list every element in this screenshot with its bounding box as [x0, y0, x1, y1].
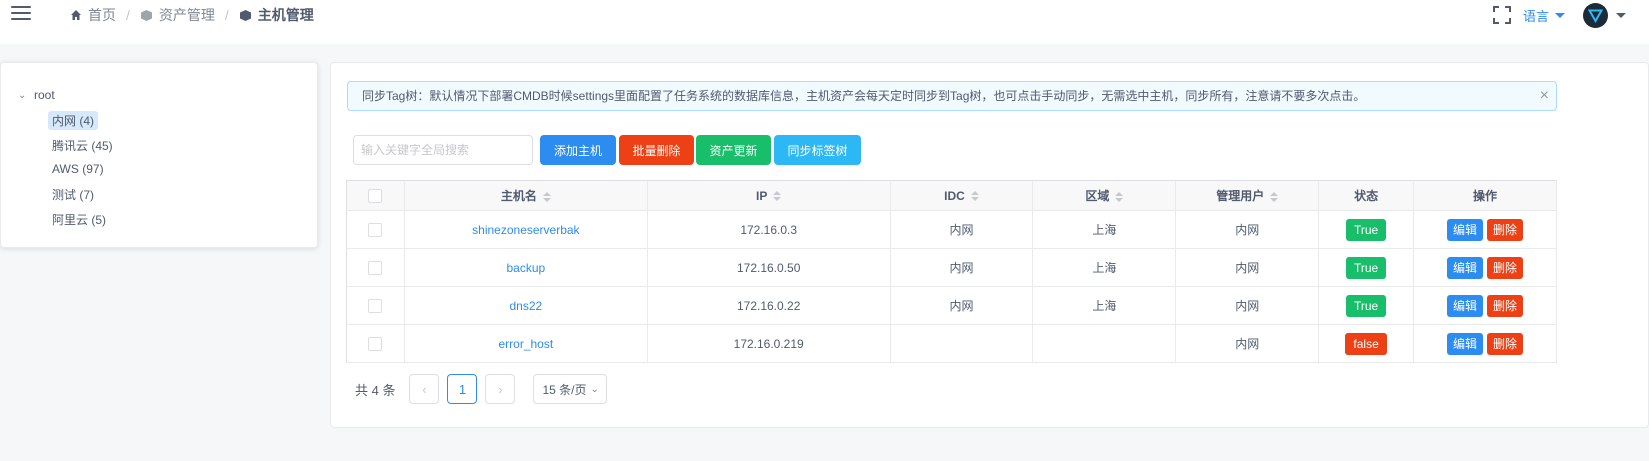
admin-user-cell: 内网: [1175, 248, 1320, 287]
admin-user-cell: 内网: [1175, 286, 1320, 325]
sort-icon[interactable]: [1115, 191, 1124, 202]
global-search-input[interactable]: [353, 135, 533, 165]
page-size-select[interactable]: 15 条/页 ⌄: [533, 374, 608, 404]
edit-button[interactable]: 编辑: [1447, 332, 1484, 355]
sync-info-alert: 同步Tag树：默认情况下部署CMDB时候settings里面配置了任务系统的数据…: [347, 81, 1557, 111]
table-row: shinezoneserverbak 172.16.0.3 内网 上海 内网 T…: [346, 210, 1557, 249]
table-row: dns22 172.16.0.22 内网 上海 内网 True 编辑 删除: [346, 286, 1557, 325]
page-number-button[interactable]: 1: [447, 374, 478, 404]
idc-cell: 内网: [890, 210, 1034, 249]
next-page-button[interactable]: ›: [485, 374, 516, 404]
hostname-link[interactable]: shinezoneserverbak: [472, 223, 579, 237]
breadcrumb-separator: /: [126, 7, 130, 23]
tree-node-test[interactable]: 测试 (7): [48, 185, 98, 204]
hostname-link[interactable]: backup: [507, 261, 546, 275]
bulk-delete-button[interactable]: 批量删除: [619, 135, 694, 165]
fullscreen-icon[interactable]: [1492, 6, 1511, 24]
add-host-button[interactable]: 添加主机: [540, 135, 616, 165]
column-region[interactable]: 区域: [1032, 180, 1177, 211]
table-header-row: 主机名 IP IDC 区域 管理用户 状态 操作: [346, 180, 1557, 211]
idc-cell: 内网: [890, 248, 1034, 287]
sort-icon[interactable]: [542, 191, 551, 202]
hostname-link[interactable]: error_host: [499, 337, 554, 351]
delete-button[interactable]: 删除: [1487, 294, 1524, 317]
cube-icon: [239, 9, 251, 21]
idc-cell: 内网: [890, 286, 1034, 325]
prev-page-button[interactable]: ‹: [409, 374, 440, 404]
hostname-link[interactable]: dns22: [510, 299, 543, 313]
delete-button[interactable]: 删除: [1487, 256, 1524, 279]
cube-icon: [140, 9, 152, 21]
row-checkbox[interactable]: [368, 336, 383, 351]
column-idc[interactable]: IDC: [890, 180, 1034, 211]
pagination: 共 4 条 ‹ 1 › 15 条/页 ⌄: [355, 374, 608, 404]
column-hostname[interactable]: 主机名: [404, 180, 648, 211]
total-count: 共 4 条: [355, 382, 396, 398]
row-checkbox[interactable]: [368, 298, 383, 313]
breadcrumb-separator: /: [224, 7, 229, 23]
ip-cell: 172.16.0.3: [647, 210, 891, 249]
table-row: backup 172.16.0.50 内网 上海 内网 True 编辑 删除: [346, 248, 1557, 287]
edit-button[interactable]: 编辑: [1447, 218, 1484, 241]
select-all-checkbox[interactable]: [368, 188, 383, 203]
region-cell: 上海: [1032, 248, 1177, 287]
tree-node-aws[interactable]: AWS (97): [48, 161, 108, 177]
ip-cell: 172.16.0.22: [647, 286, 891, 325]
chevron-left-icon: ‹: [422, 381, 427, 397]
close-icon[interactable]: ×: [1540, 82, 1549, 110]
tree-node-aliyun[interactable]: 阿里云 (5): [48, 210, 110, 229]
sort-icon[interactable]: [1270, 191, 1279, 202]
chevron-down-icon: [1555, 12, 1565, 18]
status-badge[interactable]: True: [1345, 294, 1387, 317]
tree-root[interactable]: ⌄ root: [18, 88, 55, 102]
delete-button[interactable]: 删除: [1487, 218, 1524, 241]
status-badge[interactable]: True: [1345, 256, 1387, 279]
column-status: 状态: [1318, 180, 1415, 211]
menu-toggle-icon[interactable]: [11, 6, 31, 22]
host-management-panel: 同步Tag树：默认情况下部署CMDB时候settings里面配置了任务系统的数据…: [330, 62, 1649, 428]
region-cell: 上海: [1032, 210, 1177, 249]
top-header: 首页 / 资产管理 / 主机管理 语言: [0, 0, 1649, 44]
tag-tree-panel: ⌄ root 内网 (4) 腾讯云 (45) AWS (97) 测试 (7) 阿…: [0, 62, 318, 248]
logo-icon: [1588, 9, 1603, 23]
column-admin-user[interactable]: 管理用户: [1175, 180, 1320, 211]
hosts-table: 主机名 IP IDC 区域 管理用户 状态 操作 shinezoneserver…: [346, 180, 1557, 363]
breadcrumb-assets[interactable]: 资产管理: [140, 5, 215, 25]
region-cell: 上海: [1032, 286, 1177, 325]
edit-button[interactable]: 编辑: [1447, 294, 1484, 317]
delete-button[interactable]: 删除: [1487, 332, 1524, 355]
chevron-down-icon: ⌄: [590, 383, 599, 395]
status-badge[interactable]: True: [1345, 218, 1387, 241]
sync-tag-tree-button[interactable]: 同步标签树: [774, 135, 861, 165]
asset-update-button[interactable]: 资产更新: [696, 135, 771, 165]
breadcrumb-home[interactable]: 首页: [70, 5, 116, 25]
select-all-cell: [346, 180, 405, 211]
avatar[interactable]: [1583, 2, 1608, 28]
ip-cell: 172.16.0.219: [647, 324, 891, 363]
column-actions: 操作: [1413, 180, 1557, 211]
sort-icon[interactable]: [970, 191, 979, 202]
admin-user-cell: 内网: [1175, 324, 1320, 363]
breadcrumb-hosts: 主机管理: [239, 5, 314, 25]
table-row: error_host 172.16.0.219 内网 false 编辑 删除: [346, 324, 1557, 363]
home-icon: [71, 10, 81, 20]
ip-cell: 172.16.0.50: [647, 248, 891, 287]
chevron-right-icon: ›: [498, 381, 503, 397]
row-checkbox[interactable]: [368, 260, 383, 275]
breadcrumb: 首页 / 资产管理 / 主机管理: [70, 5, 314, 25]
idc-cell: [890, 324, 1034, 363]
tree-node-tencent-cloud[interactable]: 腾讯云 (45): [48, 136, 117, 155]
tree-node-intranet[interactable]: 内网 (4): [48, 111, 99, 130]
region-cell: [1032, 324, 1177, 363]
row-checkbox[interactable]: [368, 222, 383, 237]
chevron-down-icon[interactable]: [1616, 12, 1626, 18]
admin-user-cell: 内网: [1175, 210, 1320, 249]
language-dropdown[interactable]: 语言: [1523, 6, 1565, 25]
status-badge[interactable]: false: [1345, 332, 1387, 355]
column-ip[interactable]: IP: [647, 180, 891, 211]
edit-button[interactable]: 编辑: [1447, 256, 1484, 279]
sort-icon[interactable]: [773, 191, 782, 202]
chevron-down-icon[interactable]: ⌄: [18, 90, 28, 101]
